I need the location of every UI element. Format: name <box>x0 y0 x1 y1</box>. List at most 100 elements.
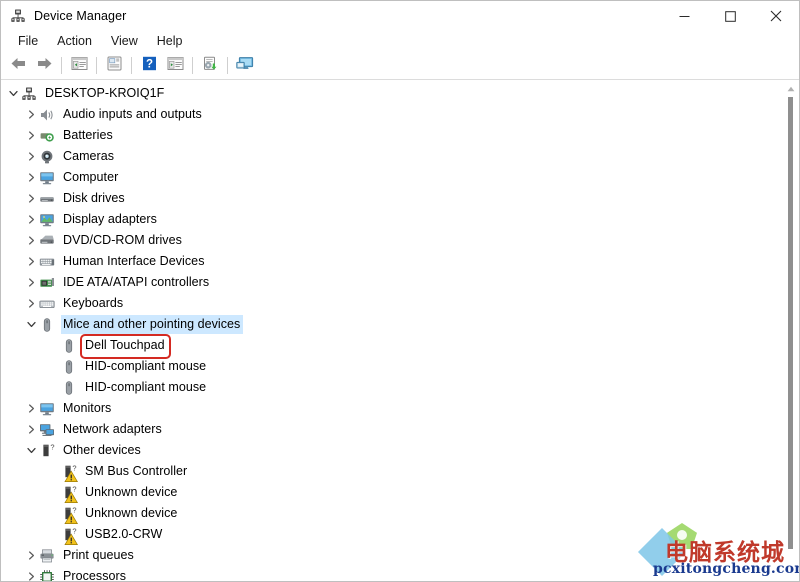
menu-help[interactable]: Help <box>148 33 193 50</box>
help-button[interactable]: ? <box>137 54 161 77</box>
back-arrow-icon <box>10 56 27 76</box>
printer-icon <box>39 548 55 564</box>
network-adapter-icon <box>39 422 55 438</box>
tree-item-hid-compliant-mouse[interactable]: HID-compliant mouse <box>1 356 799 377</box>
tree-item-usb2-0-crw[interactable]: ? USB2.0-CRW <box>1 524 799 545</box>
chevron-down-icon[interactable] <box>23 314 39 335</box>
tree-item-disk-drives[interactable]: Disk drives <box>1 188 799 209</box>
menu-file[interactable]: File <box>9 33 48 50</box>
tree-item-display-adapters[interactable]: Display adapters <box>1 209 799 230</box>
chevron-right-icon[interactable] <box>23 293 39 314</box>
tree-item-label-wrap: Unknown device <box>83 483 180 502</box>
tree-item-label: Network adapters <box>63 422 162 436</box>
tree-item-label-wrap: Display adapters <box>61 210 160 229</box>
chevron-right-icon[interactable] <box>23 125 39 146</box>
tree-item-label-wrap: IDE ATA/ATAPI controllers <box>61 273 212 292</box>
vertical-scrollbar[interactable] <box>782 80 799 581</box>
tree-item-other-devices[interactable]: ? Other devices <box>1 440 799 461</box>
chevron-right-icon[interactable] <box>23 188 39 209</box>
tree-item-label: USB2.0-CRW <box>85 527 163 541</box>
keyboard-icon <box>39 296 55 312</box>
tree-item-label-wrap: Network adapters <box>61 420 165 439</box>
tree-item-unknown-device[interactable]: ? Unknown device <box>1 503 799 524</box>
tree-item-desktop-kroiq1f[interactable]: DESKTOP-KROIQ1F <box>1 83 799 104</box>
chevron-down-icon[interactable] <box>23 440 39 461</box>
menu-view[interactable]: View <box>102 33 148 50</box>
tree-item-print-queues[interactable]: Print queues <box>1 545 799 566</box>
action-menu-button[interactable] <box>163 54 187 77</box>
scrollbar-track[interactable] <box>782 97 799 581</box>
tree-item-label-wrap: DESKTOP-KROIQ1F <box>43 84 167 103</box>
properties-button[interactable] <box>102 54 126 77</box>
tree-item-label: Disk drives <box>63 191 125 205</box>
chevron-right-icon[interactable] <box>23 104 39 125</box>
unknown-device-icon: ? <box>61 464 79 482</box>
tree-item-cameras[interactable]: Cameras <box>1 146 799 167</box>
device-manager-window: Device Manager File Action View Help ? D… <box>0 0 800 582</box>
chevron-right-icon[interactable] <box>23 167 39 188</box>
tree-item-network-adapters[interactable]: Network adapters <box>1 419 799 440</box>
toolbar-separator-1 <box>61 57 62 74</box>
tree-item-audio-inputs-and-outputs[interactable]: Audio inputs and outputs <box>1 104 799 125</box>
scroll-up-arrow-icon[interactable] <box>782 80 799 97</box>
unknown-device-icon: ? <box>61 506 79 524</box>
computer-root-icon <box>21 86 37 102</box>
forward-button[interactable] <box>32 54 56 77</box>
tree-item-label: IDE ATA/ATAPI controllers <box>63 275 210 289</box>
chevron-right-icon[interactable] <box>23 419 39 440</box>
back-button[interactable] <box>6 54 30 77</box>
tree-item-human-interface-devices[interactable]: Human Interface Devices <box>1 251 799 272</box>
svg-text:?: ? <box>145 58 152 70</box>
close-button[interactable] <box>753 1 799 31</box>
tree-item-unknown-device[interactable]: ? Unknown device <box>1 482 799 503</box>
tree-item-hid-compliant-mouse[interactable]: HID-compliant mouse <box>1 377 799 398</box>
tree-item-mice-and-other-pointing-devices[interactable]: Mice and other pointing devices <box>1 314 799 335</box>
tree-item-label: Processors <box>63 569 127 582</box>
tree-item-ide-ata-atapi-controllers[interactable]: IDE ATA/ATAPI controllers <box>1 272 799 293</box>
menu-action[interactable]: Action <box>48 33 102 50</box>
chevron-right-icon[interactable] <box>23 230 39 251</box>
maximize-button[interactable] <box>707 1 753 31</box>
chevron-down-icon[interactable] <box>5 83 21 104</box>
title-bar: Device Manager <box>1 1 799 31</box>
device-manager-icon <box>10 8 26 24</box>
tree-item-processors[interactable]: Processors <box>1 566 799 582</box>
tree-item-dell-touchpad[interactable]: Dell Touchpad <box>1 335 799 356</box>
scan-hardware-changes-button[interactable] <box>233 54 257 77</box>
chevron-right-icon[interactable] <box>23 272 39 293</box>
scrollbar-thumb[interactable] <box>788 97 793 549</box>
tree-item-label: Computer <box>63 170 119 184</box>
minimize-button[interactable] <box>661 1 707 31</box>
show-hide-console-tree-button[interactable] <box>67 54 91 77</box>
tree-item-label: SM Bus Controller <box>85 464 188 478</box>
scan-hardware-icon <box>236 56 254 76</box>
chevron-right-icon[interactable] <box>23 566 39 581</box>
tree-item-label: Dell Touchpad <box>85 338 165 352</box>
update-driver-button[interactable] <box>198 54 222 77</box>
tree-item-label-wrap: Dell Touchpad <box>83 336 168 355</box>
tree-item-label: Human Interface Devices <box>63 254 205 268</box>
chevron-right-icon[interactable] <box>23 146 39 167</box>
device-tree: DESKTOP-KROIQ1F Audio inputs and outputs B… <box>1 80 799 582</box>
toolbar-separator-5 <box>227 57 228 74</box>
tree-item-label: Unknown device <box>85 485 178 499</box>
tree-item-label-wrap: Processors <box>61 567 129 582</box>
tree-item-monitors[interactable]: Monitors <box>1 398 799 419</box>
tree-item-sm-bus-controller[interactable]: ? SM Bus Controller <box>1 461 799 482</box>
chevron-right-icon[interactable] <box>23 545 39 566</box>
tree-item-computer[interactable]: Computer <box>1 167 799 188</box>
chevron-right-icon[interactable] <box>23 251 39 272</box>
tree-item-batteries[interactable]: Batteries <box>1 125 799 146</box>
tree-item-dvd-cd-rom-drives[interactable]: DVD/CD-ROM drives <box>1 230 799 251</box>
tree-item-label: DESKTOP-KROIQ1F <box>45 86 165 100</box>
chevron-right-icon[interactable] <box>23 398 39 419</box>
tree-item-keyboards[interactable]: Keyboards <box>1 293 799 314</box>
disk-drive-icon <box>39 191 55 207</box>
display-adapter-icon <box>39 212 55 228</box>
help-question-icon: ? <box>142 56 157 76</box>
tree-item-label-wrap: Print queues <box>61 546 137 565</box>
chevron-right-icon[interactable] <box>23 209 39 230</box>
toolbar-separator-2 <box>96 57 97 74</box>
